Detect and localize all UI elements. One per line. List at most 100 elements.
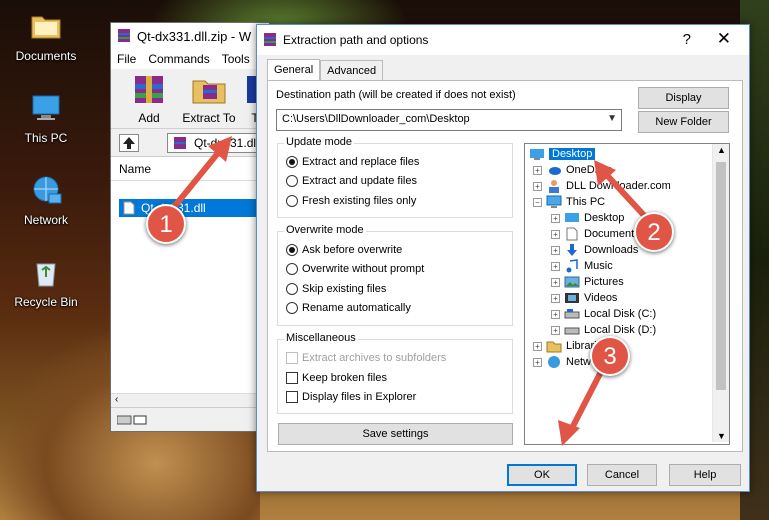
tree-node-music[interactable]: + Music <box>551 258 613 274</box>
radio-overwrite-without[interactable]: Overwrite without prompt <box>286 263 424 275</box>
radio-rename-auto[interactable]: Rename automatically <box>286 302 411 314</box>
tree-label: OneDrive <box>566 164 613 176</box>
scroll-up-icon: ▲ <box>717 145 726 155</box>
ok-button[interactable]: OK <box>507 464 577 486</box>
drive-icon <box>564 327 580 335</box>
step-badge-2: 2 <box>634 212 674 252</box>
overwrite-mode-title: Overwrite mode <box>284 224 366 236</box>
tree-node-onedrive[interactable]: + OneDrive <box>533 162 612 178</box>
tree-node-local-disk-c[interactable]: + Local Disk (C:) <box>551 306 656 322</box>
display-button[interactable]: Display <box>638 87 729 109</box>
update-mode-title: Update mode <box>284 136 355 148</box>
check-keep-broken[interactable]: Keep broken files <box>286 372 387 384</box>
expand-icon[interactable]: + <box>533 165 542 175</box>
music-icon <box>566 259 578 273</box>
help-icon[interactable]: ? <box>683 31 691 48</box>
radio-fresh-existing[interactable]: Fresh existing files only <box>286 195 416 207</box>
expand-icon[interactable]: + <box>551 277 560 287</box>
expand-icon[interactable]: + <box>551 229 560 239</box>
expand-icon[interactable]: + <box>551 309 560 319</box>
onedrive-icon <box>549 167 561 175</box>
close-icon[interactable]: ✕ <box>717 29 731 49</box>
horizontal-scrollbar[interactable]: ‹ <box>111 393 269 407</box>
expand-icon[interactable]: + <box>533 181 542 191</box>
menu-commands[interactable]: Commands <box>148 52 209 66</box>
desktop-icon-documents[interactable]: Documents <box>6 10 86 63</box>
check-extract-subfolders: Extract archives to subfolders <box>286 352 446 364</box>
desktop-icon-recycle-bin[interactable]: Recycle Bin <box>6 256 86 309</box>
expand-icon[interactable]: + <box>533 341 542 351</box>
desktop-icon-label: Recycle Bin <box>14 295 78 309</box>
tree-node-dlldownloader[interactable]: + DLL Downloader.com <box>533 178 671 194</box>
expand-icon[interactable]: + <box>551 245 560 255</box>
tree-node-desktop[interactable]: Desktop <box>529 146 596 162</box>
user-folder-icon <box>549 180 559 193</box>
radio-ask-before[interactable]: Ask before overwrite <box>286 244 402 256</box>
videos-icon <box>565 293 579 303</box>
expand-icon[interactable]: + <box>551 293 560 303</box>
tree-vertical-scrollbar[interactable]: ▲ ▼ <box>712 144 729 442</box>
general-panel: Destination path (will be created if doe… <box>267 80 743 452</box>
cancel-button[interactable]: Cancel <box>587 464 657 486</box>
column-header-name[interactable]: Name <box>111 157 269 181</box>
collapse-icon[interactable]: − <box>533 197 542 207</box>
drive-icon <box>117 415 147 425</box>
menu-tools[interactable]: Tools <box>222 52 250 66</box>
network-icon <box>33 176 62 204</box>
drive-icon <box>564 309 580 319</box>
computer-icon <box>546 195 562 208</box>
expand-icon[interactable]: + <box>533 357 542 367</box>
help-button[interactable]: Help <box>669 464 741 486</box>
extract-to-button[interactable]: Extract To <box>181 73 237 125</box>
desktop-icon-network[interactable]: Network <box>6 174 86 227</box>
folder-tree[interactable]: Desktop + OneDrive + DLL Downloader.com … <box>524 143 730 445</box>
tree-node-thispc[interactable]: − This PC <box>533 194 605 210</box>
dll-file-icon <box>123 201 135 215</box>
radio-extract-update[interactable]: Extract and update files <box>286 175 417 187</box>
tree-label: Local Disk (C:) <box>584 308 657 320</box>
tree-node-downloads[interactable]: + Downloads <box>551 242 638 258</box>
new-folder-button[interactable]: New Folder <box>638 111 729 133</box>
recycle-bin-icon <box>36 263 56 287</box>
expand-icon[interactable]: + <box>551 325 560 335</box>
add-button[interactable]: Add <box>125 73 173 125</box>
tab-advanced[interactable]: Advanced <box>320 60 384 81</box>
tree-node-videos[interactable]: + Videos <box>551 290 617 306</box>
file-row[interactable]: Qt-dx331.dll <box>119 199 269 217</box>
desktop-icon-this-pc[interactable]: This PC <box>6 92 86 145</box>
destination-path-combo[interactable]: C:\Users\DllDownloader_com\Desktop ▼ <box>276 109 622 131</box>
radio-extract-replace[interactable]: Extract and replace files <box>286 156 419 168</box>
tree-label: Local Disk (D:) <box>584 324 657 336</box>
save-settings-button[interactable]: Save settings <box>278 423 513 445</box>
tree-label: DLL Downloader.com <box>566 180 671 192</box>
tree-node-documents[interactable]: + Documents <box>551 226 640 242</box>
option-label: Ask before overwrite <box>302 244 403 256</box>
destination-label: Destination path (will be created if doe… <box>276 89 516 101</box>
desktop-icon-label: This PC <box>24 131 68 145</box>
up-folder-button[interactable] <box>119 134 139 152</box>
menu-file[interactable]: File <box>117 52 136 66</box>
dialog-title: Extraction path and options <box>283 33 429 47</box>
step-badge-1: 1 <box>146 204 186 244</box>
tab-general[interactable]: General <box>267 59 321 81</box>
expand-icon[interactable]: + <box>551 261 560 271</box>
libraries-icon <box>546 341 562 353</box>
computer-icon <box>32 95 60 120</box>
tree-node-pictures[interactable]: + Pictures <box>551 274 624 290</box>
tree-node-local-disk-d[interactable]: + Local Disk (D:) <box>551 322 656 338</box>
desktop-icon-label: Documents <box>15 49 77 63</box>
tree-node-pc-desktop[interactable]: + Desktop <box>551 210 624 226</box>
expand-icon[interactable]: + <box>551 213 560 223</box>
check-display-explorer[interactable]: Display files in Explorer <box>286 391 416 403</box>
tree-label: Music <box>584 260 613 272</box>
radio-skip-existing[interactable]: Skip existing files <box>286 283 386 295</box>
add-label: Add <box>138 111 160 125</box>
option-label: Extract and update files <box>302 175 417 187</box>
scroll-thumb[interactable] <box>716 162 726 390</box>
option-label: Skip existing files <box>302 283 387 295</box>
winrar-title: Qt-dx331.dll.zip - W <box>137 29 252 44</box>
destination-path-value: C:\Users\DllDownloader_com\Desktop <box>282 113 470 125</box>
checkbox-icon <box>286 372 298 384</box>
option-label: Extract archives to subfolders <box>302 352 447 364</box>
option-label: Extract and replace files <box>302 156 420 168</box>
